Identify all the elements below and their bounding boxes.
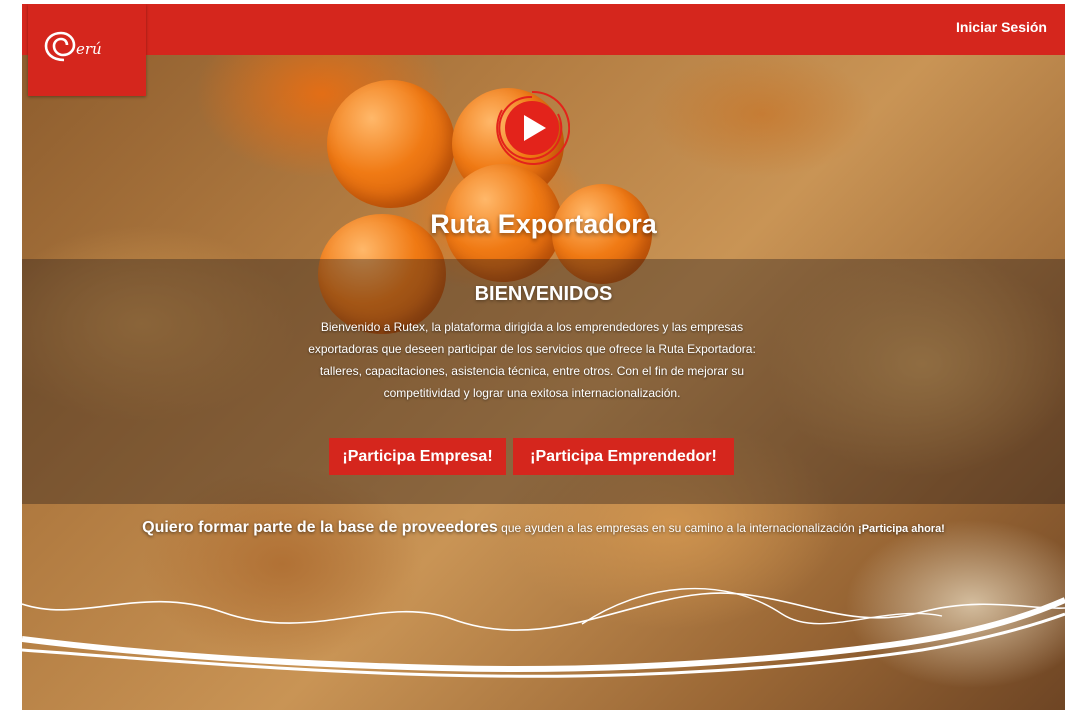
brand-logo[interactable]: erú: [28, 4, 146, 96]
play-icon: [496, 90, 571, 165]
welcome-description: Bienvenido a Rutex, la plataforma dirigi…: [308, 320, 756, 400]
participate-company-button[interactable]: ¡Participa Empresa!: [329, 438, 506, 475]
page-frame: erú Iniciar Sesión Ruta Exportadora BIEN…: [22, 4, 1065, 710]
providers-callout: Quiero formar parte de la base de provee…: [22, 519, 1065, 537]
svg-text:erú: erú: [76, 40, 102, 58]
providers-lead: Quiero formar parte de la base de provee…: [142, 519, 498, 536]
welcome-heading: BIENVENIDOS: [474, 283, 613, 305]
hero-photo-berry: [327, 80, 455, 208]
top-bar: [22, 4, 1065, 55]
providers-text: que ayuden a las empresas en su camino a…: [497, 521, 859, 535]
play-video-button[interactable]: [494, 90, 571, 166]
participate-now-link[interactable]: ¡Participa ahora!: [858, 523, 945, 535]
participate-entrepreneur-button[interactable]: ¡Participa Emprendedor!: [513, 438, 734, 475]
login-link[interactable]: Iniciar Sesión: [956, 19, 1047, 35]
hero-title: Ruta Exportadora: [430, 209, 657, 239]
peru-brand-logo-icon: erú: [44, 31, 102, 62]
decorative-waves: [22, 587, 1065, 678]
